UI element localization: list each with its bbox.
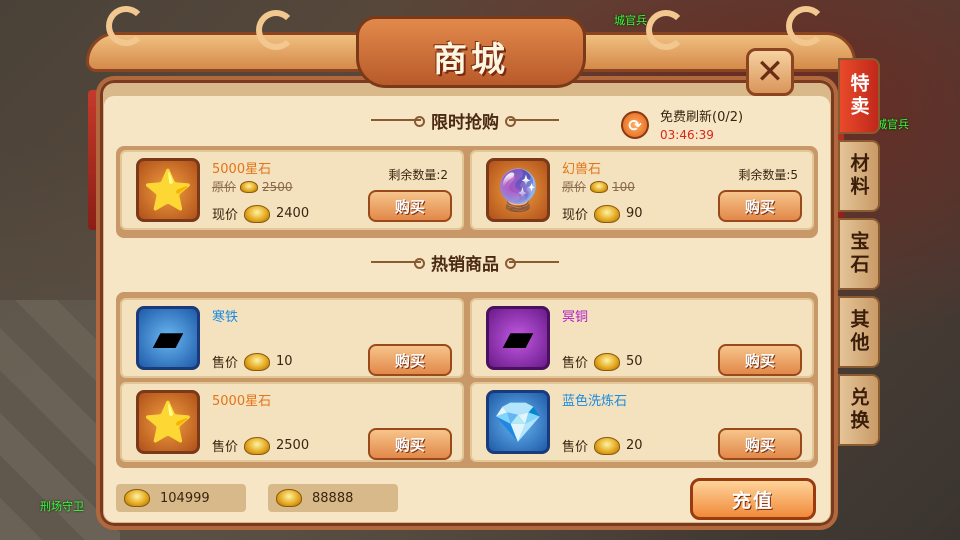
- tab-exchange[interactable]: 兑换: [838, 374, 880, 446]
- original-price: 原价 2500: [212, 179, 293, 195]
- gold-ingot-item-icon: ▰: [486, 306, 550, 370]
- sale-price: 售价 2500: [212, 436, 310, 455]
- buy-button[interactable]: 购买: [718, 428, 802, 460]
- npc-name-tag: 刑场守卫: [40, 500, 84, 513]
- gold-balance: 104999: [116, 484, 246, 512]
- hot-item-card: ▰ 冥铜 售价 50 购买: [470, 298, 814, 378]
- gold-ingot-icon: [244, 352, 271, 371]
- gold-ingot-icon: [240, 180, 259, 193]
- item-name: 幻兽石: [562, 162, 602, 177]
- blue-star-icon: ⭐: [136, 390, 200, 454]
- tab-gems[interactable]: 宝石: [838, 218, 880, 290]
- limited-item-card: 🔮 幻兽石 原价 100 现价 90 剩余数量:5 购买: [470, 150, 814, 230]
- tab-other[interactable]: 其他: [838, 296, 880, 368]
- sale-price: 售价 50: [562, 352, 643, 371]
- free-refresh-label: 免费刷新(0/2): [660, 110, 744, 125]
- page-title: 商城: [433, 40, 509, 80]
- buy-button[interactable]: 购买: [368, 428, 452, 460]
- hot-item-card: ⭐ 5000星石 售价 2500 购买: [120, 382, 464, 462]
- close-button[interactable]: ✕: [746, 48, 794, 96]
- item-name: 5000星石: [212, 394, 272, 409]
- buy-button[interactable]: 购买: [718, 190, 802, 222]
- close-icon: ✕: [755, 52, 785, 92]
- remaining-count: 剩余数量:5: [738, 168, 798, 182]
- ornament-line: [505, 258, 559, 269]
- ornament-line: [371, 258, 425, 269]
- ornament-line: [371, 116, 425, 127]
- gold-ingot-icon: [124, 489, 150, 507]
- cloud-ornament-icon: [786, 6, 826, 46]
- cloud-ornament-icon: [256, 10, 296, 50]
- gold-ingot-icon: [590, 180, 609, 193]
- buy-button[interactable]: 购买: [718, 344, 802, 376]
- tab-special-sale[interactable]: 特卖: [838, 58, 880, 134]
- blue-gem-icon: 💎: [486, 390, 550, 454]
- shop-header: 商城: [86, 6, 856, 88]
- item-name: 5000星石: [212, 162, 272, 177]
- category-tabs: 特卖 材料 宝石 其他 兑换: [838, 58, 884, 452]
- original-price: 原价 100: [562, 179, 635, 195]
- hot-item-card: 💎 蓝色洗炼石 售价 20 购买: [470, 382, 814, 462]
- sale-price: 售价 10: [212, 352, 293, 371]
- blue-star-icon: ⭐: [136, 158, 200, 222]
- gold-ingot-icon: [244, 436, 271, 455]
- remaining-count: 剩余数量:2: [388, 168, 448, 182]
- beast-stone-icon: 🔮: [486, 158, 550, 222]
- current-price: 现价 90: [562, 204, 643, 223]
- item-name: 蓝色洗炼石: [562, 394, 628, 409]
- sale-price: 售价 20: [562, 436, 643, 455]
- current-price: 现价 2400: [212, 204, 310, 223]
- item-name: 寒铁: [212, 310, 239, 325]
- gold-ingot-icon: [594, 204, 621, 223]
- limited-section-title: 限时抢购: [350, 108, 580, 133]
- hot-section-title: 热销商品: [350, 250, 580, 275]
- gold-ingot-icon: [594, 436, 621, 455]
- buy-button[interactable]: 购买: [368, 344, 452, 376]
- buy-button[interactable]: 购买: [368, 190, 452, 222]
- cloud-ornament-icon: [106, 6, 146, 46]
- limited-item-card: ⭐ 5000星石 原价 2500 现价 2400 剩余数量:2 购买: [120, 150, 464, 230]
- refresh-button[interactable]: ⟳: [621, 111, 649, 139]
- bound-gold-balance: 88888: [268, 484, 398, 512]
- tab-materials[interactable]: 材料: [838, 140, 880, 212]
- hot-item-card: ▰ 寒铁 售价 10 购买: [120, 298, 464, 378]
- refresh-timer: 03:46:39: [660, 128, 714, 142]
- gold-ingot-icon: [244, 204, 271, 223]
- item-name: 冥铜: [562, 310, 589, 325]
- bound-gold-icon: [276, 489, 302, 507]
- cloud-ornament-icon: [646, 10, 686, 50]
- recharge-button[interactable]: 充值: [690, 478, 816, 520]
- iron-ingot-icon: ▰: [136, 306, 200, 370]
- ornament-line: [505, 116, 559, 127]
- gold-ingot-icon: [594, 352, 621, 371]
